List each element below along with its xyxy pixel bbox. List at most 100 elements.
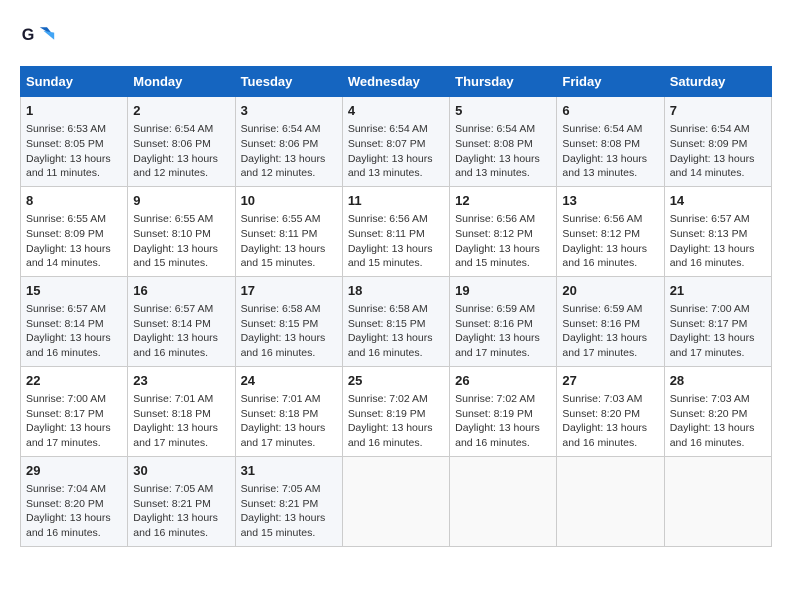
day-number: 8 [26, 192, 122, 210]
day-info: Sunrise: 7:03 AM Sunset: 8:20 PM Dayligh… [562, 392, 658, 451]
calendar-cell [342, 456, 449, 546]
header-day-sunday: Sunday [21, 67, 128, 97]
header-day-monday: Monday [128, 67, 235, 97]
calendar-cell: 13 Sunrise: 6:56 AM Sunset: 8:12 PM Dayli… [557, 186, 664, 276]
day-number: 13 [562, 192, 658, 210]
day-info: Sunrise: 6:58 AM Sunset: 8:15 PM Dayligh… [348, 302, 444, 361]
day-number: 27 [562, 372, 658, 390]
calendar-cell: 29 Sunrise: 7:04 AM Sunset: 8:20 PM Dayli… [21, 456, 128, 546]
day-info: Sunrise: 6:54 AM Sunset: 8:09 PM Dayligh… [670, 122, 766, 181]
calendar-cell: 14Sunrise: 6:57 AM Sunset: 8:13 PM Dayli… [664, 186, 771, 276]
day-info: Sunrise: 7:01 AM Sunset: 8:18 PM Dayligh… [133, 392, 229, 451]
calendar-cell: 22 Sunrise: 7:00 AM Sunset: 8:17 PM Dayli… [21, 366, 128, 456]
calendar-cell: 11Sunrise: 6:56 AM Sunset: 8:11 PM Dayli… [342, 186, 449, 276]
day-number: 18 [348, 282, 444, 300]
day-info: Sunrise: 6:55 AM Sunset: 8:11 PM Dayligh… [241, 212, 337, 271]
calendar-cell: 25 Sunrise: 7:02 AM Sunset: 8:19 PM Dayli… [342, 366, 449, 456]
day-info: Sunrise: 6:59 AM Sunset: 8:16 PM Dayligh… [455, 302, 551, 361]
header-day-friday: Friday [557, 67, 664, 97]
calendar-cell: 5 Sunrise: 6:54 AM Sunset: 8:08 PM Daylig… [450, 97, 557, 187]
calendar-cell: 31Sunrise: 7:05 AM Sunset: 8:21 PM Dayli… [235, 456, 342, 546]
day-number: 26 [455, 372, 551, 390]
day-info: Sunrise: 7:02 AM Sunset: 8:19 PM Dayligh… [348, 392, 444, 451]
calendar-cell: 3 Sunrise: 6:54 AM Sunset: 8:06 PM Daylig… [235, 97, 342, 187]
day-info: Sunrise: 6:58 AM Sunset: 8:15 PM Dayligh… [241, 302, 337, 361]
day-number: 25 [348, 372, 444, 390]
calendar-week-row: 8 Sunrise: 6:55 AM Sunset: 8:09 PM Daylig… [21, 186, 772, 276]
day-number: 19 [455, 282, 551, 300]
calendar-week-row: 1Sunrise: 6:53 AM Sunset: 8:05 PM Daylig… [21, 97, 772, 187]
calendar-cell: 18 Sunrise: 6:58 AM Sunset: 8:15 PM Dayli… [342, 276, 449, 366]
calendar-cell: 21Sunrise: 7:00 AM Sunset: 8:17 PM Dayli… [664, 276, 771, 366]
day-info: Sunrise: 6:54 AM Sunset: 8:06 PM Dayligh… [241, 122, 337, 181]
calendar-cell: 27 Sunrise: 7:03 AM Sunset: 8:20 PM Dayli… [557, 366, 664, 456]
svg-text:G: G [22, 26, 35, 44]
day-info: Sunrise: 6:55 AM Sunset: 8:10 PM Dayligh… [133, 212, 229, 271]
logo: G [20, 20, 60, 56]
day-info: Sunrise: 7:03 AM Sunset: 8:20 PM Dayligh… [670, 392, 766, 451]
day-info: Sunrise: 7:00 AM Sunset: 8:17 PM Dayligh… [670, 302, 766, 361]
day-number: 15 [26, 282, 122, 300]
day-info: Sunrise: 7:00 AM Sunset: 8:17 PM Dayligh… [26, 392, 122, 451]
day-info: Sunrise: 6:54 AM Sunset: 8:08 PM Dayligh… [562, 122, 658, 181]
day-number: 11 [348, 192, 444, 210]
calendar-cell: 17 Sunrise: 6:58 AM Sunset: 8:15 PM Dayli… [235, 276, 342, 366]
logo-icon: G [20, 20, 56, 56]
day-number: 30 [133, 462, 229, 480]
calendar-cell: 28 Sunrise: 7:03 AM Sunset: 8:20 PM Dayli… [664, 366, 771, 456]
day-number: 9 [133, 192, 229, 210]
day-number: 6 [562, 102, 658, 120]
calendar-header-row: SundayMondayTuesdayWednesdayThursdayFrid… [21, 67, 772, 97]
calendar-week-row: 29 Sunrise: 7:04 AM Sunset: 8:20 PM Dayli… [21, 456, 772, 546]
day-info: Sunrise: 7:05 AM Sunset: 8:21 PM Dayligh… [241, 482, 337, 541]
calendar-cell: 15 Sunrise: 6:57 AM Sunset: 8:14 PM Dayli… [21, 276, 128, 366]
day-info: Sunrise: 7:05 AM Sunset: 8:21 PM Dayligh… [133, 482, 229, 541]
calendar-week-row: 15 Sunrise: 6:57 AM Sunset: 8:14 PM Dayli… [21, 276, 772, 366]
header: G [20, 20, 772, 56]
day-info: Sunrise: 6:56 AM Sunset: 8:12 PM Dayligh… [562, 212, 658, 271]
calendar-cell: 8 Sunrise: 6:55 AM Sunset: 8:09 PM Daylig… [21, 186, 128, 276]
day-info: Sunrise: 6:57 AM Sunset: 8:13 PM Dayligh… [670, 212, 766, 271]
day-number: 29 [26, 462, 122, 480]
calendar-cell: 12 Sunrise: 6:56 AM Sunset: 8:12 PM Dayli… [450, 186, 557, 276]
calendar-cell: 19 Sunrise: 6:59 AM Sunset: 8:16 PM Dayli… [450, 276, 557, 366]
day-info: Sunrise: 6:55 AM Sunset: 8:09 PM Dayligh… [26, 212, 122, 271]
header-day-wednesday: Wednesday [342, 67, 449, 97]
day-number: 1 [26, 102, 122, 120]
calendar-cell: 1Sunrise: 6:53 AM Sunset: 8:05 PM Daylig… [21, 97, 128, 187]
day-number: 3 [241, 102, 337, 120]
day-info: Sunrise: 6:56 AM Sunset: 8:12 PM Dayligh… [455, 212, 551, 271]
calendar-cell: 6 Sunrise: 6:54 AM Sunset: 8:08 PM Daylig… [557, 97, 664, 187]
calendar-week-row: 22 Sunrise: 7:00 AM Sunset: 8:17 PM Dayli… [21, 366, 772, 456]
day-number: 12 [455, 192, 551, 210]
calendar-cell [450, 456, 557, 546]
day-number: 17 [241, 282, 337, 300]
day-number: 22 [26, 372, 122, 390]
calendar-cell: 4 Sunrise: 6:54 AM Sunset: 8:07 PM Daylig… [342, 97, 449, 187]
day-number: 16 [133, 282, 229, 300]
calendar-cell [664, 456, 771, 546]
day-info: Sunrise: 7:01 AM Sunset: 8:18 PM Dayligh… [241, 392, 337, 451]
day-info: Sunrise: 6:54 AM Sunset: 8:07 PM Dayligh… [348, 122, 444, 181]
day-number: 4 [348, 102, 444, 120]
day-info: Sunrise: 6:54 AM Sunset: 8:06 PM Dayligh… [133, 122, 229, 181]
calendar-cell: 30 Sunrise: 7:05 AM Sunset: 8:21 PM Dayli… [128, 456, 235, 546]
header-day-tuesday: Tuesday [235, 67, 342, 97]
day-number: 20 [562, 282, 658, 300]
day-info: Sunrise: 6:57 AM Sunset: 8:14 PM Dayligh… [133, 302, 229, 361]
day-number: 10 [241, 192, 337, 210]
day-info: Sunrise: 6:57 AM Sunset: 8:14 PM Dayligh… [26, 302, 122, 361]
day-info: Sunrise: 7:04 AM Sunset: 8:20 PM Dayligh… [26, 482, 122, 541]
calendar-cell: 26Sunrise: 7:02 AM Sunset: 8:19 PM Dayli… [450, 366, 557, 456]
day-number: 7 [670, 102, 766, 120]
header-day-thursday: Thursday [450, 67, 557, 97]
day-number: 28 [670, 372, 766, 390]
day-info: Sunrise: 6:59 AM Sunset: 8:16 PM Dayligh… [562, 302, 658, 361]
calendar-cell: 24Sunrise: 7:01 AM Sunset: 8:18 PM Dayli… [235, 366, 342, 456]
header-day-saturday: Saturday [664, 67, 771, 97]
day-number: 5 [455, 102, 551, 120]
day-info: Sunrise: 6:54 AM Sunset: 8:08 PM Dayligh… [455, 122, 551, 181]
calendar-cell: 9 Sunrise: 6:55 AM Sunset: 8:10 PM Daylig… [128, 186, 235, 276]
calendar-cell [557, 456, 664, 546]
calendar-cell: 10 Sunrise: 6:55 AM Sunset: 8:11 PM Dayli… [235, 186, 342, 276]
